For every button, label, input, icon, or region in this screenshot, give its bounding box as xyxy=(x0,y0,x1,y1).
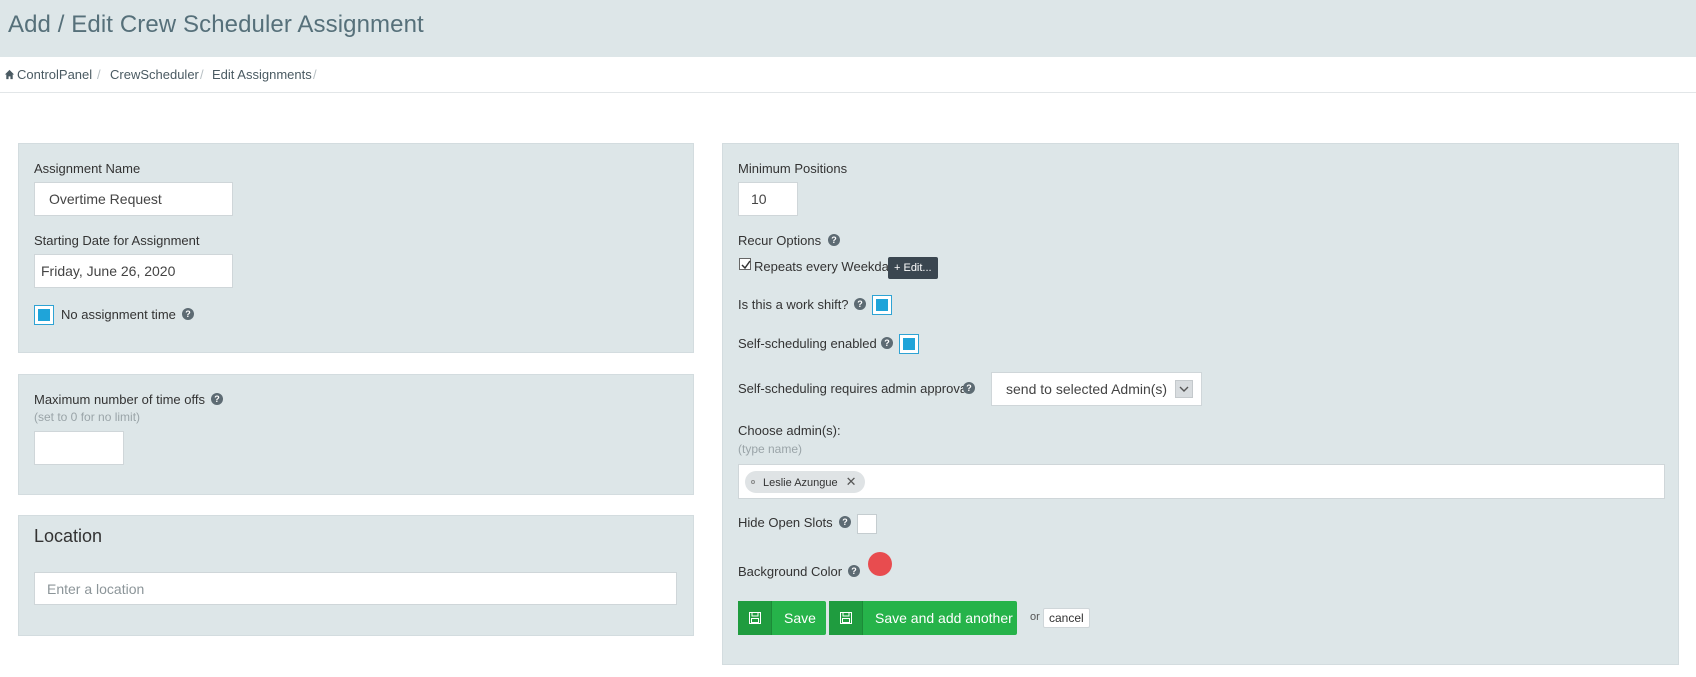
save-icon xyxy=(738,601,772,635)
recur-checkbox[interactable] xyxy=(739,258,751,270)
recur-options-label: Recur Options xyxy=(738,233,822,248)
breadcrumb: ControlPanel / CrewScheduler / Edit Assi… xyxy=(0,57,1696,93)
hide-open-slots-label: Hide Open Slots xyxy=(738,515,833,530)
background-color-swatch[interactable] xyxy=(868,552,892,576)
admin-tag-label: Leslie Azungue xyxy=(763,477,838,489)
help-icon[interactable]: ? xyxy=(963,382,975,394)
page-title: Add / Edit Crew Scheduler Assignment xyxy=(8,11,424,38)
admin-approval-select[interactable]: send to selected Admin(s) xyxy=(991,372,1202,406)
help-icon[interactable]: ? xyxy=(848,565,860,577)
chevron-down-icon xyxy=(1175,380,1193,398)
or-text: or xyxy=(1030,611,1040,623)
admin-tag: Leslie Azungue ✕ xyxy=(745,471,865,493)
home-icon xyxy=(4,69,15,80)
breadcrumb-separator: / xyxy=(97,67,101,82)
self-scheduling-label: Self-scheduling enabled xyxy=(738,336,877,351)
save-button-label: Save xyxy=(784,610,816,626)
breadcrumb-item-controlpanel[interactable]: ControlPanel xyxy=(4,67,92,82)
start-date-label: Starting Date for Assignment xyxy=(34,233,200,248)
help-icon[interactable]: ? xyxy=(839,516,851,528)
admins-tag-input[interactable]: Leslie Azungue ✕ xyxy=(738,464,1665,499)
breadcrumb-item-edit-assignments[interactable]: Edit Assignments xyxy=(212,67,312,82)
assignment-name-input[interactable]: Overtime Request xyxy=(34,182,233,216)
choose-admins-hint: (type name) xyxy=(738,442,803,456)
max-timeoffs-hint: (set to 0 for no limit) xyxy=(34,410,141,424)
location-placeholder: Enter a location xyxy=(47,580,145,597)
save-button[interactable]: Save xyxy=(738,601,826,635)
assignment-name-value: Overtime Request xyxy=(49,191,162,207)
background-color-label: Background Color xyxy=(738,564,843,579)
checkmark-icon xyxy=(741,260,751,270)
scheduling-options-panel: Minimum Positions 10 Recur Options ? Rep… xyxy=(722,143,1679,665)
self-scheduling-checkbox[interactable] xyxy=(899,334,919,354)
min-positions-label: Minimum Positions xyxy=(738,161,848,176)
breadcrumb-separator: / xyxy=(313,67,317,82)
help-icon[interactable]: ? xyxy=(182,308,194,320)
help-icon[interactable]: ? xyxy=(881,337,893,349)
location-title: Location xyxy=(34,526,103,546)
choose-admins-label: Choose admin(s): xyxy=(738,423,841,438)
timeoffs-panel: Maximum number of time offs ? (set to 0 … xyxy=(18,374,694,495)
min-positions-input[interactable]: 10 xyxy=(738,182,798,216)
max-timeoffs-input[interactable] xyxy=(34,431,124,465)
help-icon[interactable]: ? xyxy=(828,234,840,246)
work-shift-label: Is this a work shift? xyxy=(738,297,849,312)
work-shift-checkbox[interactable] xyxy=(872,295,892,315)
no-assignment-time-label: No assignment time xyxy=(61,307,176,322)
location-panel: Location Enter a location xyxy=(18,515,694,636)
page-header: Add / Edit Crew Scheduler Assignment xyxy=(0,0,1696,57)
tag-dot-icon xyxy=(751,480,755,484)
breadcrumb-separator: / xyxy=(200,67,204,82)
recur-text: Repeats every Weekday xyxy=(754,259,896,274)
start-date-input[interactable]: Friday, June 26, 2020 xyxy=(34,254,233,288)
remove-tag-icon[interactable]: ✕ xyxy=(846,474,857,489)
save-and-add-another-button[interactable]: Save and add another xyxy=(829,601,1017,635)
location-input[interactable]: Enter a location xyxy=(34,572,677,605)
hide-open-slots-checkbox[interactable] xyxy=(857,514,877,534)
recur-edit-button[interactable]: + Edit... xyxy=(888,257,938,279)
save-icon xyxy=(829,601,863,635)
help-icon[interactable]: ? xyxy=(854,298,866,310)
assignment-name-label: Assignment Name xyxy=(34,161,141,176)
min-positions-value: 10 xyxy=(751,191,767,207)
assignment-details-panel: Assignment Name Overtime Request Startin… xyxy=(18,143,694,353)
save-and-add-another-label: Save and add another xyxy=(875,610,1013,626)
no-assignment-time-checkbox[interactable] xyxy=(34,305,54,325)
start-date-value: Friday, June 26, 2020 xyxy=(41,263,176,279)
max-timeoffs-label: Maximum number of time offs xyxy=(34,392,205,407)
admin-approval-selected: send to selected Admin(s) xyxy=(1006,381,1168,397)
help-icon[interactable]: ? xyxy=(211,393,223,405)
breadcrumb-item-crewscheduler[interactable]: CrewScheduler xyxy=(110,67,199,82)
admin-approval-label: Self-scheduling requires admin approval xyxy=(738,381,970,396)
breadcrumb-label: ControlPanel xyxy=(17,67,93,82)
cancel-button[interactable]: cancel xyxy=(1043,608,1090,628)
